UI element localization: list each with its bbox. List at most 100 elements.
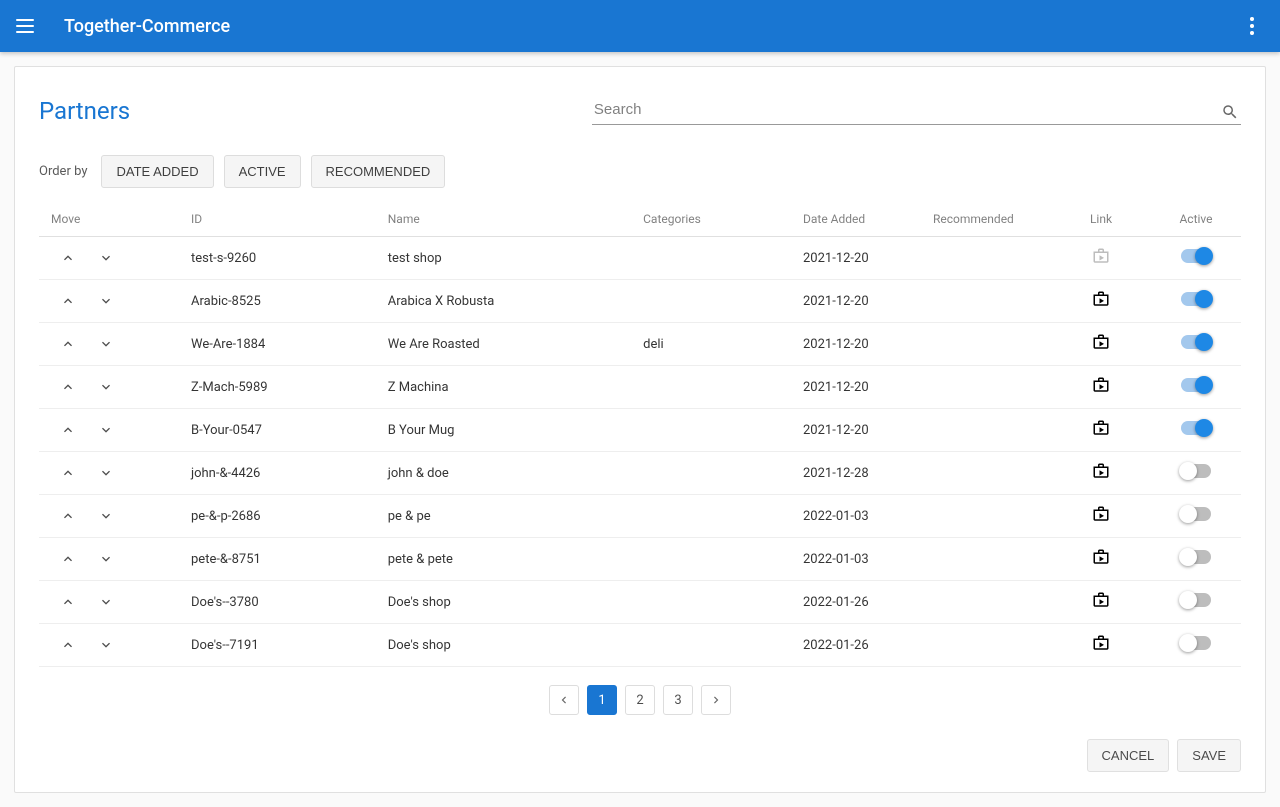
cell-name: pete & pete: [376, 538, 631, 581]
cell-categories: deli: [631, 323, 791, 366]
move-up-icon[interactable]: [59, 636, 77, 654]
order-date-added-button[interactable]: Date Added: [101, 155, 213, 188]
cell-date-added: 2021-12-20: [791, 280, 921, 323]
move-down-icon[interactable]: [97, 636, 115, 654]
cell-categories: [631, 366, 791, 409]
move-down-icon[interactable]: [97, 335, 115, 353]
move-down-icon[interactable]: [97, 292, 115, 310]
active-toggle[interactable]: [1181, 421, 1211, 435]
cell-date-added: 2021-12-20: [791, 409, 921, 452]
move-down-icon[interactable]: [97, 507, 115, 525]
move-up-icon[interactable]: [59, 335, 77, 353]
cell-recommended: [921, 624, 1051, 667]
move-up-icon[interactable]: [59, 507, 77, 525]
app-title: Together-Commerce: [64, 16, 1240, 37]
table-row: Arabic-8525Arabica X Robusta 2021-12-20: [39, 280, 1241, 323]
col-recommended: Recommended: [921, 202, 1051, 237]
cell-id: B-Your-0547: [179, 409, 376, 452]
shop-link-icon[interactable]: [1092, 641, 1110, 656]
shop-link-icon[interactable]: [1092, 340, 1110, 355]
cell-id: test-s-9260: [179, 237, 376, 280]
cell-name: Doe's shop: [376, 624, 631, 667]
active-toggle[interactable]: [1181, 636, 1211, 650]
more-icon[interactable]: [1240, 14, 1264, 38]
col-name: Name: [376, 202, 631, 237]
cell-id: pete-&-8751: [179, 538, 376, 581]
move-down-icon[interactable]: [97, 464, 115, 482]
footer-actions: Cancel Save: [39, 739, 1241, 772]
shop-link-icon[interactable]: [1092, 469, 1110, 484]
cell-categories: [631, 538, 791, 581]
table-row: pete-&-8751pete & pete2022-01-03: [39, 538, 1241, 581]
cell-recommended: [921, 237, 1051, 280]
active-toggle[interactable]: [1181, 507, 1211, 521]
col-id: ID: [179, 202, 376, 237]
page-title: Partners: [39, 97, 130, 125]
move-up-icon[interactable]: [59, 464, 77, 482]
active-toggle[interactable]: [1181, 249, 1211, 263]
col-link: Link: [1051, 202, 1151, 237]
shop-link-icon[interactable]: [1092, 254, 1110, 269]
shop-link-icon[interactable]: [1092, 598, 1110, 613]
page-prev-button[interactable]: [549, 685, 579, 715]
order-by-row: Order by Date Added Active Recommended: [39, 155, 1241, 188]
move-down-icon[interactable]: [97, 249, 115, 267]
save-button[interactable]: Save: [1177, 739, 1241, 772]
cell-categories: [631, 452, 791, 495]
cell-name: Arabica X Robusta: [376, 280, 631, 323]
table-row: john-&-4426john & doe2021-12-28: [39, 452, 1241, 495]
cell-date-added: 2022-01-26: [791, 581, 921, 624]
active-toggle[interactable]: [1181, 550, 1211, 564]
page-2-button[interactable]: 2: [625, 685, 655, 715]
search-input[interactable]: [592, 95, 1241, 125]
table-row: test-s-9260test shop2021-12-20: [39, 237, 1241, 280]
cell-name: john & doe: [376, 452, 631, 495]
active-toggle[interactable]: [1181, 593, 1211, 607]
page-3-button[interactable]: 3: [663, 685, 693, 715]
cell-categories: [631, 581, 791, 624]
cell-date-added: 2021-12-28: [791, 452, 921, 495]
cell-name: Doe's shop: [376, 581, 631, 624]
active-toggle[interactable]: [1181, 464, 1211, 478]
shop-link-icon[interactable]: [1092, 297, 1110, 312]
move-down-icon[interactable]: [97, 421, 115, 439]
cell-recommended: [921, 452, 1051, 495]
page-next-button[interactable]: [701, 685, 731, 715]
shop-link-icon[interactable]: [1092, 383, 1110, 398]
move-up-icon[interactable]: [59, 378, 77, 396]
cell-recommended: [921, 280, 1051, 323]
page-1-button[interactable]: 1: [587, 685, 617, 715]
pagination: 123: [39, 685, 1241, 715]
menu-icon[interactable]: [16, 14, 40, 38]
cell-id: Arabic-8525: [179, 280, 376, 323]
order-recommended-button[interactable]: Recommended: [311, 155, 446, 188]
cell-categories: [631, 495, 791, 538]
move-down-icon[interactable]: [97, 550, 115, 568]
active-toggle[interactable]: [1181, 335, 1211, 349]
search-icon[interactable]: [1221, 103, 1239, 121]
move-up-icon[interactable]: [59, 421, 77, 439]
move-up-icon[interactable]: [59, 593, 77, 611]
order-active-button[interactable]: Active: [224, 155, 301, 188]
shop-link-icon[interactable]: [1092, 555, 1110, 570]
cell-name: pe & pe: [376, 495, 631, 538]
cell-categories: [631, 237, 791, 280]
move-up-icon[interactable]: [59, 550, 77, 568]
active-toggle[interactable]: [1181, 378, 1211, 392]
cell-id: Z-Mach-5989: [179, 366, 376, 409]
col-date-added: Date Added: [791, 202, 921, 237]
cell-id: Doe's--3780: [179, 581, 376, 624]
cell-date-added: 2021-12-20: [791, 323, 921, 366]
cancel-button[interactable]: Cancel: [1087, 739, 1170, 772]
order-by-label: Order by: [39, 164, 87, 179]
move-up-icon[interactable]: [59, 249, 77, 267]
move-up-icon[interactable]: [59, 292, 77, 310]
move-down-icon[interactable]: [97, 378, 115, 396]
cell-categories: [631, 280, 791, 323]
shop-link-icon[interactable]: [1092, 512, 1110, 527]
move-down-icon[interactable]: [97, 593, 115, 611]
active-toggle[interactable]: [1181, 292, 1211, 306]
shop-link-icon[interactable]: [1092, 426, 1110, 441]
partners-table: Move ID Name Categories Date Added Recom…: [39, 202, 1241, 667]
table-row: Doe's--3780Doe's shop 2022-01-26: [39, 581, 1241, 624]
